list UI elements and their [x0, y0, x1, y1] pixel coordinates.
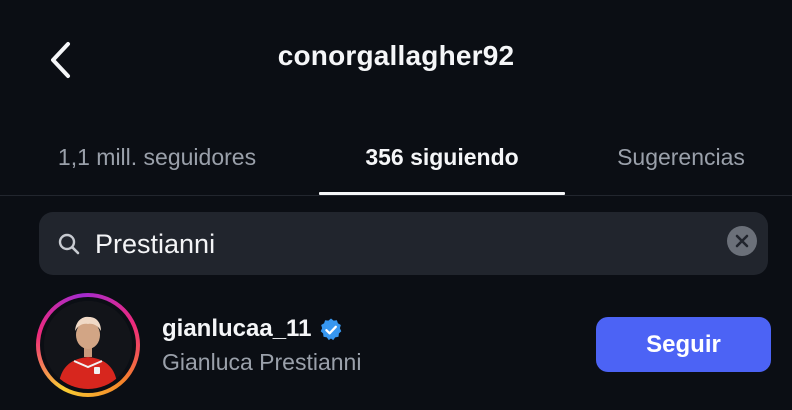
search-input[interactable]	[95, 222, 695, 266]
clear-icon	[735, 234, 749, 248]
following-list-screen: conorgallagher92 1,1 mill. seguidores 35…	[0, 0, 792, 410]
list-item[interactable]: gianlucaa_11 Gianluca Prestianni Seguir	[0, 287, 792, 407]
follow-button[interactable]: Seguir	[596, 317, 771, 372]
search-icon	[58, 233, 80, 255]
avatar-photo	[44, 301, 132, 389]
header: conorgallagher92	[0, 0, 792, 118]
tab-bar: 1,1 mill. seguidores 356 siguiendo Suger…	[0, 128, 792, 196]
avatar	[44, 301, 132, 389]
full-name: Gianluca Prestianni	[162, 349, 362, 375]
story-ring[interactable]	[36, 293, 140, 397]
username[interactable]: gianlucaa_11	[162, 315, 311, 343]
tab-followers[interactable]: 1,1 mill. seguidores	[18, 128, 296, 194]
verified-badge-icon	[320, 318, 342, 341]
page-title: conorgallagher92	[277, 40, 515, 71]
clear-search-button[interactable]	[727, 226, 757, 256]
search-bar[interactable]	[39, 212, 768, 275]
tab-suggestions[interactable]: Sugerencias	[586, 128, 776, 194]
tab-following[interactable]: 356 siguiendo	[319, 128, 565, 195]
